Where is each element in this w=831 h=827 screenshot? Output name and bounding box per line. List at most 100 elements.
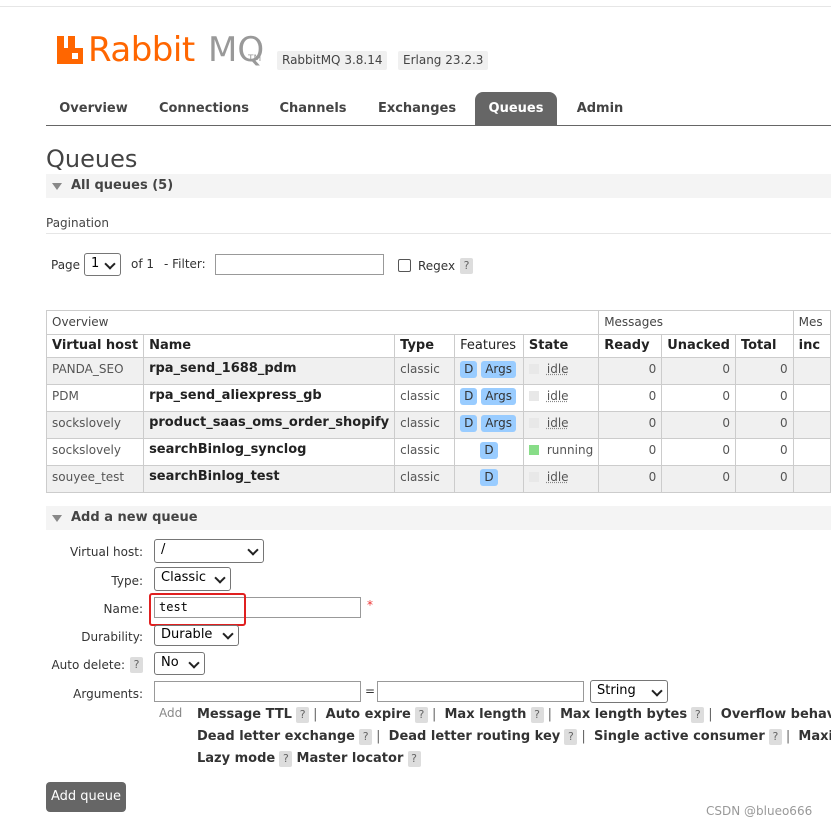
type-select[interactable]: Classic (154, 567, 231, 591)
tab-connections[interactable]: Connections (149, 92, 259, 125)
row-total: 0 (734, 465, 794, 493)
row-state: idle (522, 411, 600, 439)
arg-lazy-mode-link[interactable]: Lazy mode (197, 751, 275, 766)
queue-name-link[interactable]: rpa_send_1688_pdm (143, 357, 396, 385)
tab-channels[interactable]: Channels (268, 92, 358, 125)
col-ready[interactable]: Ready (598, 334, 663, 358)
arg-max-length-link[interactable]: Max length (445, 707, 527, 722)
durability-select-value: Durable (161, 627, 213, 642)
arg-single-active-consumer-link[interactable]: Single active consumer (594, 729, 765, 744)
rabbit-logo-icon (57, 36, 83, 64)
regex-help-icon[interactable]: ? (460, 258, 473, 274)
col-state[interactable]: State (522, 334, 600, 358)
argument-type-select-value: String (597, 683, 636, 698)
feature-durable-badge: D (480, 469, 498, 486)
row-state: idle (522, 357, 600, 385)
page-select[interactable]: 1 (84, 253, 121, 276)
add-queue-button[interactable]: Add queue (46, 782, 126, 812)
row-features: D Args (454, 357, 524, 385)
help-icon[interactable]: ? (564, 729, 578, 745)
row-vhost: souyee_test (45, 465, 145, 493)
durability-select[interactable]: Durable (154, 625, 239, 646)
argument-type-select[interactable]: String (590, 680, 668, 703)
help-icon[interactable]: ? (407, 751, 421, 767)
tab-exchanges[interactable]: Exchanges (368, 92, 466, 125)
tab-queues[interactable]: Queues (475, 92, 557, 125)
arg-auto-expire-link[interactable]: Auto expire (326, 707, 411, 722)
col-incoming[interactable]: inc (792, 334, 831, 358)
virtual-host-label: Virtual host: (70, 545, 143, 559)
queue-name-link[interactable]: searchBinlog_synclog (143, 438, 396, 466)
row-features: D (454, 465, 524, 493)
arg-master-locator-link[interactable]: Master locator (297, 751, 404, 766)
logo-text-mq: MQ (208, 30, 265, 70)
arg-dead-letter-routing-key-link[interactable]: Dead letter routing key (389, 729, 561, 744)
help-icon[interactable]: ? (691, 707, 705, 723)
feature-durable-badge: D (460, 388, 478, 405)
arg-message-ttl-link[interactable]: Message TTL (197, 707, 292, 722)
row-unacked: 0 (661, 384, 736, 412)
auto-delete-select-value: No (161, 655, 179, 670)
row-state: running (522, 438, 600, 466)
queue-name-link[interactable]: searchBinlog_test (143, 465, 396, 493)
tab-overview[interactable]: Overview (46, 92, 141, 125)
col-total[interactable]: Total (734, 334, 794, 358)
col-virtual-host[interactable]: Virtual host (45, 334, 145, 358)
arg-maximum-priority-link[interactable]: Maximum (798, 729, 831, 744)
running-indicator-icon (528, 445, 539, 455)
queue-name-link[interactable]: rpa_send_aliexpress_gb (143, 384, 396, 412)
arg-overflow-behaviour-link[interactable]: Overflow behavio (721, 707, 831, 722)
row-vhost: PANDA_SEO (45, 357, 145, 385)
queue-name-link[interactable]: product_saas_oms_order_shopify (143, 411, 396, 439)
arg-max-length-bytes-link[interactable]: Max length bytes (560, 707, 687, 722)
row-type: classic (394, 438, 456, 466)
filter-input[interactable] (215, 254, 384, 275)
help-icon[interactable]: ? (296, 707, 310, 723)
page-select-value: 1 (91, 256, 100, 271)
group-header-overview: Overview (45, 310, 600, 335)
add-argument-label: Add (159, 706, 183, 720)
argument-shortcuts-row-2: Dead letter exchange ? | Dead letter rout… (197, 729, 831, 745)
idle-indicator-icon (528, 472, 539, 482)
auto-delete-select[interactable]: No (154, 652, 205, 675)
arg-dead-letter-exchange-link[interactable]: Dead letter exchange (197, 729, 355, 744)
all-queues-section-toggle[interactable]: All queues (5) (46, 174, 831, 198)
watermark: CSDN @blueo666 (706, 804, 813, 818)
table-row: souyee_test searchBinlog_test classic D … (45, 465, 831, 493)
row-unacked: 0 (661, 411, 736, 439)
table-row: PANDA_SEO rpa_send_1688_pdm classic D Ar… (45, 357, 831, 385)
arguments-label: Arguments: (73, 687, 143, 701)
row-ready: 0 (598, 357, 663, 385)
col-name[interactable]: Name (143, 334, 396, 358)
tab-admin[interactable]: Admin (566, 92, 634, 125)
collapse-triangle-icon (52, 515, 62, 522)
equals-sign: = (365, 684, 376, 698)
help-icon[interactable]: ? (279, 751, 293, 767)
add-queue-section-toggle[interactable]: Add a new queue (46, 506, 831, 530)
argument-value-input[interactable] (377, 681, 584, 702)
feature-durable-badge: D (460, 361, 478, 378)
help-icon[interactable]: ? (768, 729, 782, 745)
col-features[interactable]: Features (454, 334, 524, 358)
regex-checkbox[interactable] (398, 259, 411, 272)
state-text: running (546, 443, 594, 457)
auto-delete-help-icon[interactable]: ? (130, 657, 143, 673)
row-vhost: sockslovely (45, 438, 145, 466)
col-unacked[interactable]: Unacked (661, 334, 736, 358)
row-incoming (792, 465, 831, 493)
feature-args-badge: Args (481, 361, 516, 378)
help-icon[interactable]: ? (530, 707, 544, 723)
add-queue-section-label: Add a new queue (71, 510, 198, 525)
col-type[interactable]: Type (394, 334, 456, 358)
help-icon[interactable]: ? (414, 707, 428, 723)
row-type: classic (394, 357, 456, 385)
row-ready: 0 (598, 465, 663, 493)
row-total: 0 (734, 384, 794, 412)
argument-key-input[interactable] (154, 681, 361, 702)
row-features: D (454, 438, 524, 466)
virtual-host-select[interactable]: / (154, 539, 264, 563)
rabbitmq-version-badge: RabbitMQ 3.8.14 (277, 51, 388, 70)
top-border (0, 6, 831, 7)
help-icon[interactable]: ? (359, 729, 373, 745)
argument-shortcuts-row-3: Lazy mode ? Master locator ? (197, 751, 421, 767)
